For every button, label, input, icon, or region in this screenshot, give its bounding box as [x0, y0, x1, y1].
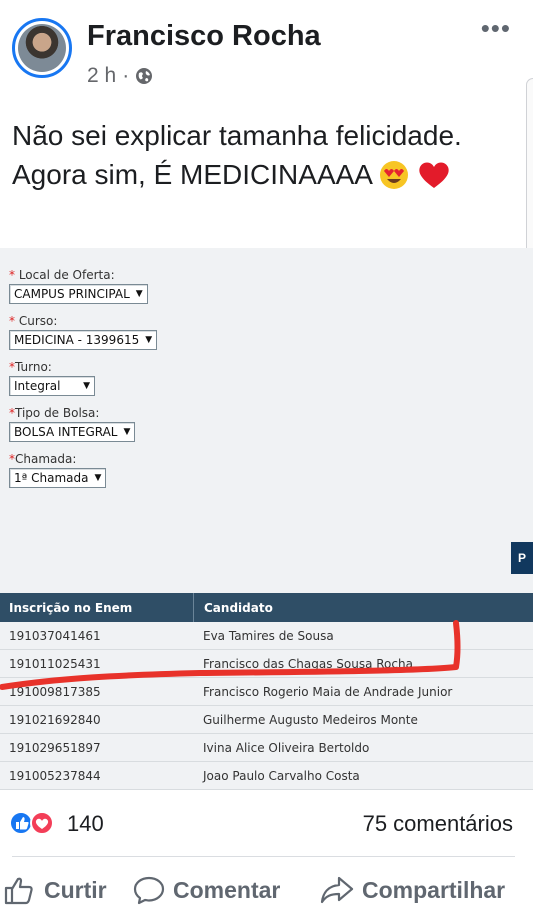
column-header: Inscrição no Enem [9, 600, 133, 615]
tipo-bolsa-select: BOLSA INTEGRAL ▼ [9, 422, 136, 442]
form-field: * Local de Oferta: CAMPUS PRINCIPAL ▼ [9, 268, 157, 304]
post-text: Não sei explicar tamanha felicidade. Ago… [12, 116, 492, 194]
like-button[interactable]: Curtir [4, 872, 107, 908]
dropdown-arrow-icon: ▼ [135, 289, 143, 299]
field-label: Curso: [18, 314, 58, 328]
field-label: Chamada: [15, 452, 77, 466]
share-icon [320, 876, 354, 904]
table-row: 191009817385 Francisco Rogerio Maia de A… [0, 678, 533, 706]
love-reaction-icon [30, 811, 54, 835]
table-cell: Eva Tamires de Sousa [203, 628, 334, 643]
table-row: 191037041461 Eva Tamires de Sousa [0, 622, 533, 650]
results-form: * Local de Oferta: CAMPUS PRINCIPAL ▼ * C… [9, 268, 158, 498]
attached-photo[interactable]: * Local de Oferta: CAMPUS PRINCIPAL ▼ * C… [0, 248, 533, 790]
table-row: 191011025431 Francisco das Chagas Sousa … [0, 650, 533, 678]
table-cell: 191029651897 [9, 740, 101, 755]
table-cell: Joao Paulo Carvalho Costa [203, 768, 360, 783]
form-field: *Chamada: 1ª Chamada ▼ [9, 452, 157, 488]
table-cell: 191009817385 [9, 684, 101, 699]
dropdown-arrow-icon: ▼ [83, 381, 90, 391]
turno-select: Integral ▼ [9, 376, 95, 396]
column-header: Candidato [193, 593, 533, 622]
author-name[interactable]: Francisco Rocha [87, 20, 321, 53]
globe-icon [136, 68, 153, 84]
divider [12, 856, 515, 857]
like-reaction-icon [9, 811, 33, 835]
thumbs-up-icon [4, 877, 33, 905]
table-row: 191029651897 Ivina Alice Oliveira Bertol… [0, 734, 533, 762]
share-label: Compartilhar [362, 876, 506, 903]
reactions-bar: 140 75 comentários [0, 800, 533, 845]
heart-eyes-emoji-icon [380, 161, 409, 189]
candidates-table: Inscrição no Enem Candidato 191037041461… [0, 593, 533, 790]
table-cell: 191005237844 [9, 768, 101, 783]
post-meta: 2 h · [87, 64, 153, 88]
reactions-icons[interactable] [8, 810, 64, 836]
table-cell: Francisco Rogerio Maia de Andrade Junior [203, 684, 453, 699]
avatar[interactable] [12, 18, 72, 78]
field-label: Turno: [15, 360, 52, 374]
comment-icon [133, 876, 165, 905]
curso-select: MEDICINA - 1399615 ▼ [9, 330, 158, 350]
comment-label: Comentar [173, 876, 281, 903]
table-row: 191021692840 Guilherme Augusto Medeiros … [0, 706, 533, 734]
chamada-select: 1ª Chamada ▼ [9, 468, 107, 488]
form-field: *Tipo de Bolsa: BOLSA INTEGRAL ▼ [9, 406, 157, 442]
field-label: Tipo de Bolsa: [15, 406, 100, 420]
dropdown-arrow-icon: ▼ [123, 427, 131, 437]
field-label: Local de Oferta: [18, 268, 115, 282]
table-cell: Francisco das Chagas Sousa Rocha [203, 656, 413, 671]
local-oferta-select: CAMPUS PRINCIPAL ▼ [9, 284, 148, 304]
like-label: Curtir [44, 876, 107, 903]
comment-button[interactable]: Comentar [133, 872, 280, 908]
action-bar: Curtir Comentar Compartilhar [0, 866, 533, 913]
table-cell: 191021692840 [9, 712, 101, 727]
share-button[interactable]: Compartilhar [320, 872, 505, 908]
red-heart-emoji-icon [419, 162, 449, 188]
meta-separator: · [122, 64, 130, 87]
side-button: P [511, 542, 533, 574]
more-icon[interactable]: ••• [481, 15, 511, 41]
table-cell: Guilherme Augusto Medeiros Monte [203, 712, 418, 727]
table-row: 191005237844 Joao Paulo Carvalho Costa [0, 762, 533, 790]
dropdown-arrow-icon: ▼ [145, 335, 153, 345]
table-cell: Ivina Alice Oliveira Bertoldo [203, 740, 370, 755]
reactions-count[interactable]: 140 [67, 811, 104, 837]
table-header: Inscrição no Enem Candidato [0, 593, 533, 622]
form-field: * Curso: MEDICINA - 1399615 ▼ [9, 314, 158, 350]
comments-count[interactable]: 75 comentários [363, 811, 513, 837]
table-cell: 191011025431 [9, 656, 101, 671]
post-header: Francisco Rocha 2 h · ••• [0, 0, 533, 100]
form-field: *Turno: Integral ▼ [9, 360, 157, 396]
dropdown-arrow-icon: ▼ [94, 473, 102, 483]
post-time[interactable]: 2 h [87, 64, 116, 88]
table-cell: 191037041461 [9, 628, 101, 643]
